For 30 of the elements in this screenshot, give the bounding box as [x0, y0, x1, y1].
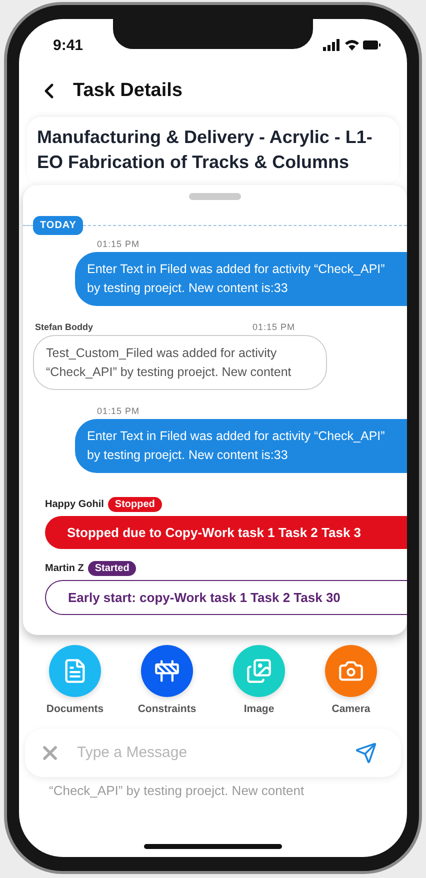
attachment-button[interactable] — [49, 644, 101, 697]
attachment-label: Image — [244, 702, 274, 715]
send-button[interactable] — [355, 742, 377, 764]
image-icon — [246, 658, 272, 684]
sender-name: Stefan Boddy — [35, 322, 94, 332]
attachment-button[interactable] — [141, 644, 193, 697]
status-time: 9:41 — [53, 36, 84, 54]
message-time: 01:15 PM — [252, 322, 295, 332]
barrier-icon — [154, 658, 180, 684]
message-time: 01:15 PM — [97, 406, 140, 416]
outgoing-message: Enter Text in Filed was added for activity “Check_API” by testing proejct. New content is:33 — [75, 419, 407, 473]
drag-handle[interactable] — [189, 193, 241, 200]
faded-message-text: “Check_API” by testing proejct. New content — [48, 782, 306, 798]
outgoing-message: Enter Text in Filed was added for activity “Check_API” by testing proejct. New content is:33 — [75, 252, 407, 306]
message-time: 01:15 PM — [97, 239, 140, 250]
status-badge: Stopped — [108, 496, 162, 512]
user-name: Martin Z — [45, 562, 84, 574]
user-name: Happy Gohil — [45, 498, 104, 510]
attachment-label: Camera — [332, 702, 370, 715]
status-badge: Started — [88, 560, 136, 576]
status-icons — [323, 38, 381, 52]
attachment-label: Documents — [46, 702, 104, 715]
attachment-label: Constraints — [138, 702, 196, 715]
attachment-button[interactable] — [325, 644, 377, 697]
incoming-message: Test_Custom_Filed was added for activity “Check_API” by testing proejct. New content — [33, 334, 327, 390]
status-message: Early start: copy-Work task 1 Task 2 Task 30 — [45, 580, 407, 615]
page-title: Task Details — [73, 80, 182, 102]
status-message: Stopped due to Copy-Work task 1 Task 2 Task 3 — [45, 516, 407, 549]
task-title: Manufacturing & Delivery - Acrylic - L1-EO Fabrication of Tracks & Columns — [27, 117, 399, 186]
date-chip: TODAY — [33, 216, 84, 236]
